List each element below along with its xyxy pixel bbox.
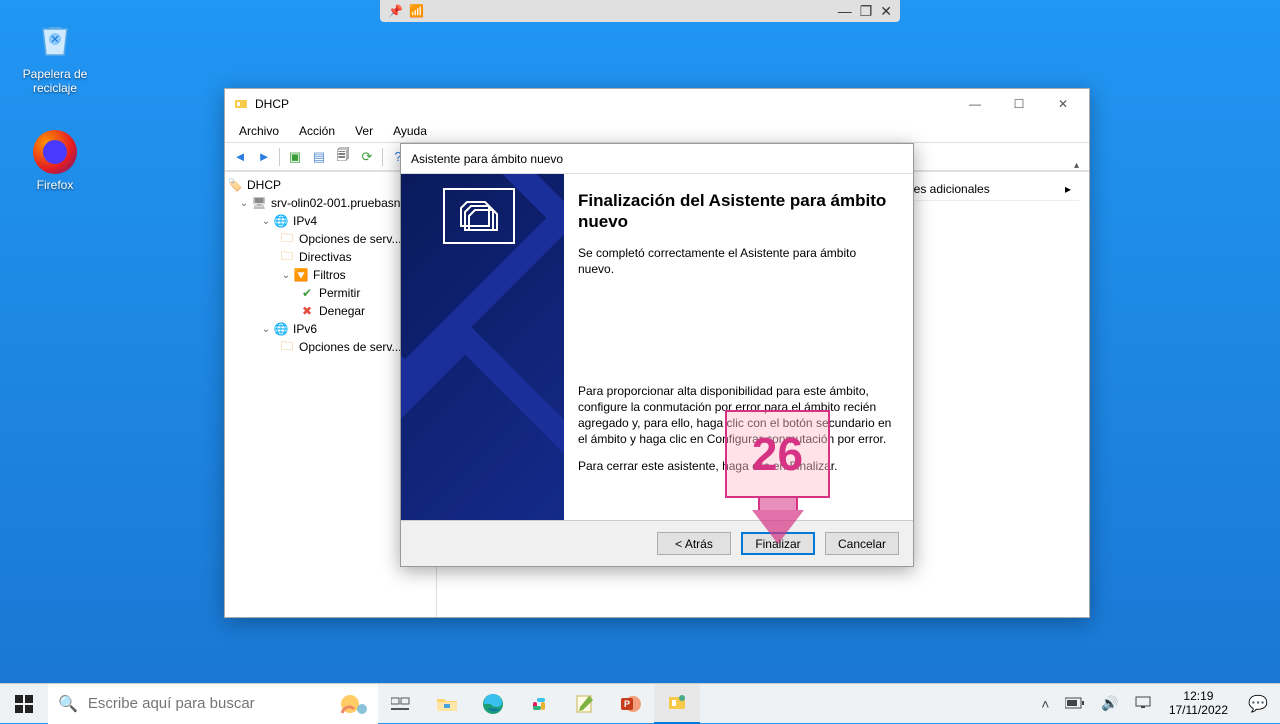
wizard-text-2: Para proporcionar alta disponibilidad pa… <box>578 383 895 448</box>
folder-stack-icon <box>443 188 515 244</box>
wizard-finish-button[interactable]: Finalizar <box>741 532 815 555</box>
taskbar-apps: P <box>378 684 700 723</box>
wizard-title: Asistente para ámbito nuevo <box>411 152 563 166</box>
volume-icon[interactable]: 🔊 <box>1097 695 1122 712</box>
filter-icon: 🔽 <box>293 267 309 283</box>
dhcp-app-icon <box>233 96 249 112</box>
toolbar-separator <box>382 148 383 166</box>
wizard-back-button[interactable]: < Atrás <box>657 532 731 555</box>
vm-minimize-button[interactable]: — <box>838 3 852 20</box>
vm-restore-button[interactable]: ❐ <box>860 3 873 20</box>
taskbar-clock[interactable]: 12:19 17/11/2022 <box>1163 690 1234 718</box>
allow-icon: ✔ <box>299 285 315 301</box>
ipv6-icon: 🌐 <box>273 321 289 337</box>
dhcp-title: DHCP <box>255 97 953 111</box>
dhcp-root-icon: 🏷️ <box>227 177 243 193</box>
forward-button[interactable]: ► <box>253 146 275 168</box>
firefox-logo-icon <box>33 130 77 174</box>
menu-ayuda[interactable]: Ayuda <box>385 122 435 140</box>
dhcp-titlebar[interactable]: DHCP — ☐ ✕ <box>225 89 1089 119</box>
refresh-button[interactable]: ⟳ <box>356 146 378 168</box>
recycle-bin-label: Papelera de reciclaje <box>15 67 95 95</box>
vm-close-button[interactable]: ✕ <box>880 3 892 20</box>
actions-panel: nes adicionales ▸ ▴ <box>899 178 1079 201</box>
wizard-titlebar[interactable]: Asistente para ámbito nuevo <box>401 144 913 174</box>
folder-icon: 🗀 <box>279 231 295 247</box>
taskbar: 🔍 P ˄ 🔊 <box>0 683 1280 723</box>
actions-more-label: nes adicionales <box>907 182 990 196</box>
expander-icon[interactable]: ⌄ <box>279 270 293 281</box>
vm-connection-bar: 📌 📶 — ❐ ✕ <box>380 0 900 22</box>
dhcp-taskbar-button[interactable] <box>654 684 700 724</box>
recycle-bin-icon[interactable]: Papelera de reciclaje <box>15 15 95 95</box>
back-button[interactable]: ◄ <box>229 146 251 168</box>
battery-icon[interactable] <box>1061 696 1089 712</box>
wizard-text-1: Se completó correctamente el Asistente p… <box>578 245 895 277</box>
firefox-label: Firefox <box>15 178 95 192</box>
expander-icon[interactable]: ⌄ <box>259 216 273 227</box>
toolbar-separator <box>279 148 280 166</box>
pin-icon[interactable]: 📌 <box>388 4 403 18</box>
expander-icon[interactable]: ⌄ <box>259 324 273 335</box>
wizard-main: Finalización del Asistente para ámbito n… <box>564 174 913 520</box>
wizard-button-row: < Atrás Finalizar Cancelar <box>401 520 913 566</box>
dhcp-maximize-button[interactable]: ☐ <box>997 90 1041 118</box>
server-icon: 🖥 <box>251 195 267 211</box>
chevron-right-icon: ▸ <box>1065 182 1071 196</box>
add-button[interactable]: ▣ <box>284 146 306 168</box>
wizard-heading: Finalización del Asistente para ámbito n… <box>578 190 895 233</box>
svg-text:P: P <box>624 699 630 709</box>
cortana-icon[interactable] <box>338 689 372 719</box>
clock-time: 12:19 <box>1169 690 1228 704</box>
deny-icon: ✖ <box>299 303 315 319</box>
menu-archivo[interactable]: Archivo <box>231 122 287 140</box>
search-input[interactable] <box>88 695 368 712</box>
actions-more[interactable]: nes adicionales ▸ <box>899 178 1079 201</box>
wizard-body: Finalización del Asistente para ámbito n… <box>401 174 913 520</box>
dhcp-close-button[interactable]: ✕ <box>1041 90 1085 118</box>
wizard-text-3: Para cerrar este asistente, haga clic en… <box>578 458 895 474</box>
search-icon: 🔍 <box>58 694 78 714</box>
menu-ver[interactable]: Ver <box>347 122 381 140</box>
notification-center-button[interactable]: 💬 <box>1242 694 1274 714</box>
task-view-button[interactable] <box>378 684 424 724</box>
list-button[interactable]: ▤ <box>308 146 330 168</box>
scroll-up-icon[interactable]: ▴ <box>1074 160 1079 171</box>
dhcp-minimize-button[interactable]: — <box>953 90 997 118</box>
trash-icon <box>31 15 79 63</box>
system-tray: ˄ 🔊 12:19 17/11/2022 💬 <box>1031 684 1280 723</box>
menu-accion[interactable]: Acción <box>291 122 343 140</box>
clock-date: 17/11/2022 <box>1169 704 1228 718</box>
edge-button[interactable] <box>470 684 516 724</box>
signal-icon: 📶 <box>409 4 424 18</box>
powerpoint-button[interactable]: P <box>608 684 654 724</box>
ipv4-icon: 🌐 <box>273 213 289 229</box>
export-button[interactable]: 🗐 <box>332 146 354 168</box>
tray-chevron-up-icon[interactable]: ˄ <box>1037 696 1053 712</box>
network-icon[interactable] <box>1131 695 1155 712</box>
dhcp-menubar: Archivo Acción Ver Ayuda <box>225 119 1089 143</box>
slack-button[interactable] <box>516 684 562 724</box>
notepad-button[interactable] <box>562 684 608 724</box>
new-scope-wizard-dialog: Asistente para ámbito nuevo Finalización… <box>400 143 914 567</box>
start-button[interactable] <box>0 684 48 724</box>
expander-icon[interactable]: ⌄ <box>237 198 251 209</box>
folder-icon: 🗀 <box>279 339 295 355</box>
firefox-icon[interactable]: Firefox <box>15 130 95 192</box>
file-explorer-button[interactable] <box>424 684 470 724</box>
wizard-cancel-button[interactable]: Cancelar <box>825 532 899 555</box>
taskbar-search[interactable]: 🔍 <box>48 684 378 724</box>
folder-icon: 🗀 <box>279 249 295 265</box>
wizard-side-graphic <box>401 174 564 520</box>
